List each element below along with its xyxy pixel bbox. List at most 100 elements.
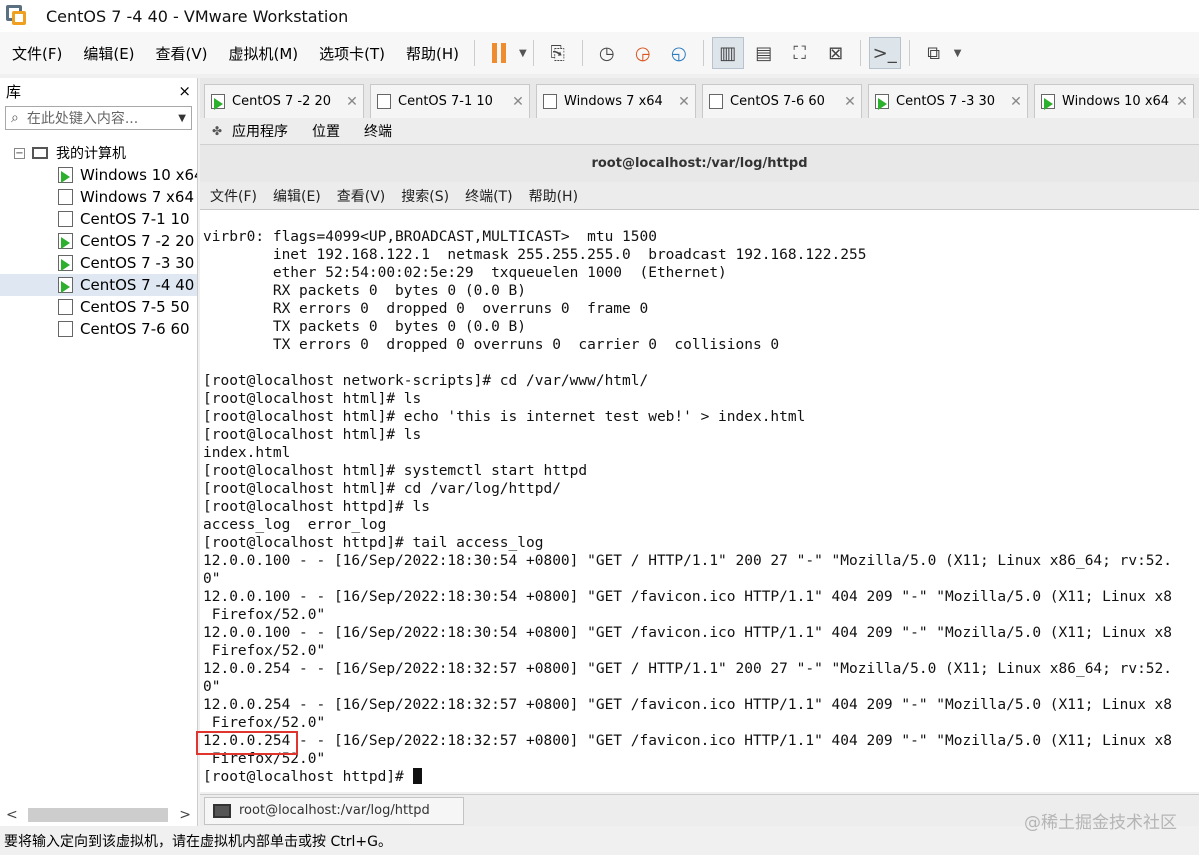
tab-vm[interactable]: Windows 10 x64 ✕ (1034, 84, 1194, 118)
library-search-input[interactable]: ⌕ 在此处键入内容... ▼ (5, 106, 192, 130)
terminal-line: TX packets 0 bytes 0 (0.0 B) (203, 319, 527, 335)
snapshot-clock-icon: ◷ (598, 42, 615, 64)
pause-dropdown-icon[interactable]: ▼ (519, 48, 527, 59)
scroll-right-icon[interactable]: > (179, 807, 191, 823)
tab-vm[interactable]: CentOS 7 -3 30 ✕ (868, 84, 1028, 118)
tree-item-vm[interactable]: CentOS 7-6 60 (0, 318, 197, 340)
library-header: 库 × (0, 78, 197, 104)
stretch-guest-button[interactable]: ⧉ (918, 37, 950, 69)
snapshot-manager-icon: ◵ (670, 42, 687, 64)
terminal-line: 12.0.0.254 - - [16/Sep/2022:18:32:57 +08… (203, 661, 1173, 677)
pause-button[interactable] (483, 37, 515, 69)
taskbar-terminal-button[interactable]: root@localhost:/var/log/httpd (204, 796, 464, 825)
menu-tabs[interactable]: 选项卡(T) (310, 43, 394, 64)
terminal-line: index.html (203, 445, 291, 461)
vm-icon (58, 321, 73, 337)
keyboard-network-icon: ⎘ (550, 42, 565, 64)
tree-item-vm[interactable]: CentOS 7 -3 30 (0, 252, 197, 274)
tab-close-icon[interactable]: ✕ (509, 94, 527, 110)
stretch-dropdown-icon[interactable]: ▼ (954, 48, 962, 59)
tab-close-icon[interactable]: ✕ (841, 94, 859, 110)
terminal-menu-view[interactable]: 查看(V) (337, 186, 386, 206)
vm-running-icon (875, 94, 889, 110)
scroll-left-icon[interactable]: < (6, 807, 18, 823)
toolbar-divider (908, 40, 910, 66)
toolbar-divider (474, 40, 476, 66)
terminal-line: [root@localhost html]# echo 'this is int… (203, 409, 806, 425)
gnome-applications-menu[interactable]: 应用程序 (232, 121, 288, 141)
terminal-icon (213, 803, 231, 818)
tab-close-icon[interactable]: ✕ (1007, 94, 1025, 110)
tab-vm[interactable]: CentOS 7 -2 20 ✕ (204, 84, 364, 118)
terminal-line: Firefox/52.0" (203, 751, 326, 767)
terminal-line: Firefox/52.0" (203, 643, 326, 659)
terminal-menu-edit[interactable]: 编辑(E) (273, 186, 321, 206)
collapse-icon[interactable]: − (14, 147, 25, 159)
tree-item-label: Windows 10 x64 (80, 166, 197, 184)
thumbnail-bar-button[interactable]: ▤ (748, 37, 780, 69)
scrollbar-thumb[interactable] (28, 808, 168, 822)
unity-button[interactable]: ⊠ (820, 37, 852, 69)
tree-item-vm[interactable]: Windows 7 x64 (0, 186, 197, 208)
tree-item-vm[interactable]: CentOS 7-1 10 (0, 208, 197, 230)
gnome-places-menu[interactable]: 位置 (312, 121, 340, 141)
terminal-output[interactable]: virbr0: flags=4099<UP,BROADCAST,MULTICAS… (200, 210, 1199, 792)
toolbar-divider (532, 40, 534, 66)
status-bar: 要将输入定向到该虚拟机，请在虚拟机内部单击或按 Ctrl+G。 (0, 827, 1199, 855)
terminal-line: TX errors 0 dropped 0 overruns 0 carrier… (203, 337, 780, 353)
menu-file[interactable]: 文件(F) (3, 43, 71, 64)
tab-close-icon[interactable]: ✕ (1173, 94, 1191, 110)
toolbar-divider (581, 40, 583, 66)
terminal-line: 0" (203, 571, 221, 587)
window-titlebar: CentOS 7 -4 40 - VMware Workstation (0, 0, 1199, 32)
library-horizontal-scrollbar[interactable]: < > (0, 804, 197, 826)
full-screen-button[interactable]: ⛶ (784, 37, 816, 69)
tab-label: Windows 10 x64 (1062, 94, 1170, 109)
tree-item-vm[interactable]: Windows 10 x64 (0, 164, 197, 186)
terminal-menubar: 文件(F) 编辑(E) 查看(V) 搜索(S) 终端(T) 帮助(H) (200, 182, 1199, 210)
terminal-menu-terminal[interactable]: 终端(T) (465, 186, 512, 206)
tree-item-vm[interactable]: CentOS 7 -2 20 (0, 230, 197, 252)
tree-item-label: Windows 7 x64 (80, 188, 195, 206)
search-icon: ⌕ (11, 110, 19, 126)
vm-icon (58, 299, 73, 315)
menu-edit[interactable]: 编辑(E) (74, 43, 143, 64)
menu-help[interactable]: 帮助(H) (397, 43, 468, 64)
tab-vm[interactable]: CentOS 7-6 60 ✕ (702, 84, 862, 118)
tab-label: CentOS 7-6 60 (730, 94, 825, 109)
tab-vm[interactable]: Windows 7 x64 ✕ (536, 84, 696, 118)
tab-vm[interactable]: CentOS 7-1 10 ✕ (370, 84, 530, 118)
tree-item-vm[interactable]: CentOS 7-5 50 (0, 296, 197, 318)
library-close-icon[interactable]: × (178, 82, 191, 100)
terminal-line: access_log error_log (203, 517, 387, 533)
terminal-line: virbr0: flags=4099<UP,BROADCAST,MULTICAS… (203, 229, 657, 245)
terminal-line: 12.0.0.100 - - [16/Sep/2022:18:30:54 +08… (203, 625, 1173, 641)
show-library-button[interactable]: ▥ (711, 37, 744, 69)
terminal-menu-help[interactable]: 帮助(H) (529, 186, 578, 206)
snapshot-manager-button[interactable]: ◵ (663, 37, 695, 69)
snapshot-button[interactable]: ◷ (591, 37, 623, 69)
terminal-title: root@localhost:/var/log/httpd (591, 156, 808, 171)
revert-snapshot-button[interactable]: ◶ (627, 37, 659, 69)
vmware-logo-icon (6, 5, 28, 27)
send-ctrl-alt-del-button[interactable]: ⎘ (542, 37, 574, 69)
menu-vm[interactable]: 虚拟机(M) (220, 43, 308, 64)
tab-close-icon[interactable]: ✕ (675, 94, 693, 110)
tree-root-my-computer[interactable]: − 我的计算机 (0, 142, 197, 164)
vm-running-icon (58, 233, 73, 249)
gnome-terminal-menu[interactable]: 终端 (364, 121, 392, 141)
toolbar-divider (859, 40, 861, 66)
search-dropdown-icon[interactable]: ▼ (178, 113, 186, 124)
tab-close-icon[interactable]: ✕ (343, 94, 361, 110)
terminal-menu-file[interactable]: 文件(F) (210, 186, 257, 206)
console-view-button[interactable]: >_ (868, 37, 901, 69)
menu-view[interactable]: 查看(V) (147, 43, 217, 64)
taskbar-terminal-label: root@localhost:/var/log/httpd (239, 803, 430, 818)
tree-item-vm-selected[interactable]: CentOS 7 -4 40 (0, 274, 197, 296)
terminal-cursor (412, 768, 422, 784)
terminal-menu-search[interactable]: 搜索(S) (401, 186, 449, 206)
terminal-prompt-line: [root@localhost httpd]# (203, 768, 1199, 786)
library-tree: − 我的计算机 Windows 10 x64 Windows 7 x64 Cen… (0, 142, 197, 340)
pause-icon (492, 43, 507, 63)
